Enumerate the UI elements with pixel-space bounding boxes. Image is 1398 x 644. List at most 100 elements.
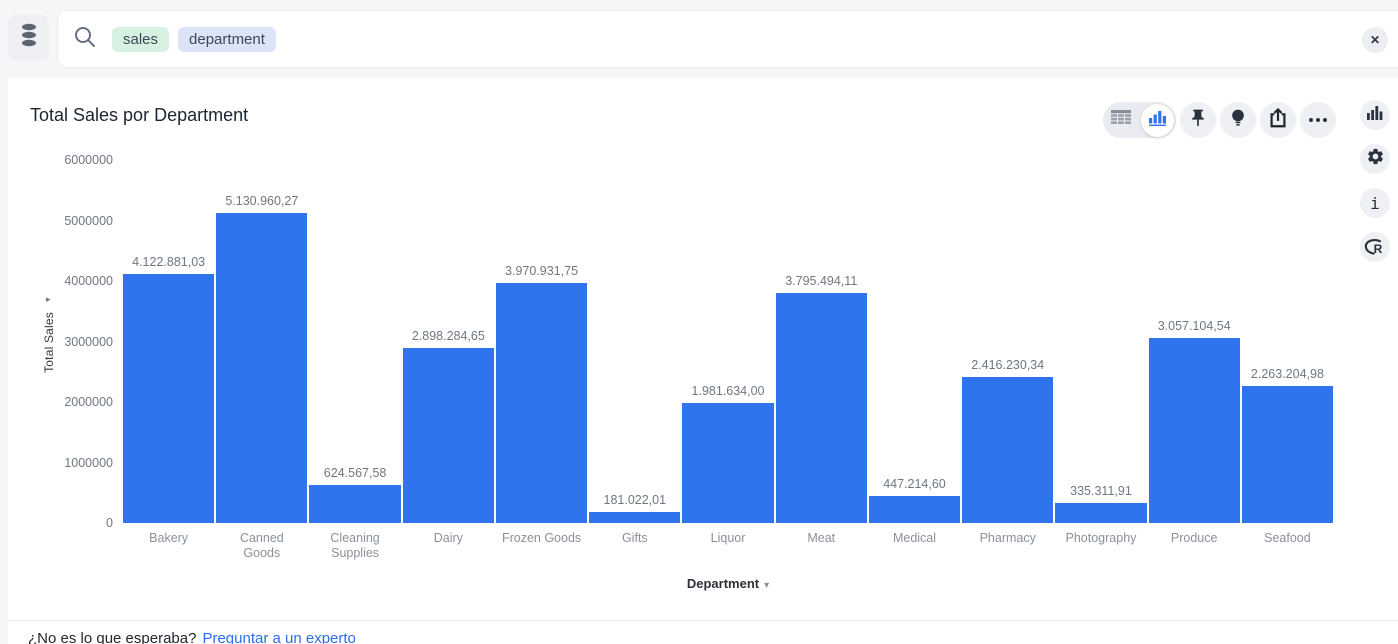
info-icon: i xyxy=(1370,194,1380,213)
bar-value-label: 2.416.230,34 xyxy=(971,358,1044,372)
database-icon xyxy=(18,22,40,53)
bar-slot: 5.130.960,27 xyxy=(215,160,308,523)
right-rail: i R xyxy=(1360,100,1390,262)
category-label-meat[interactable]: Meat xyxy=(775,531,868,561)
bar-slot: 2.416.230,34 xyxy=(961,160,1054,523)
bar-slot: 4.122.881,03 xyxy=(122,160,215,523)
bar-cleaning-supplies[interactable] xyxy=(309,485,400,523)
bar-gifts[interactable] xyxy=(589,512,680,523)
bar-medical[interactable] xyxy=(869,496,960,523)
bar-value-label: 624.567,58 xyxy=(324,466,387,480)
bar-canned-goods[interactable] xyxy=(216,213,307,523)
view-toggle xyxy=(1103,102,1176,138)
category-label-photography[interactable]: Photography xyxy=(1054,531,1147,561)
bar-value-label: 5.130.960,27 xyxy=(225,194,298,208)
category-label-gifts[interactable]: Gifts xyxy=(588,531,681,561)
share-icon xyxy=(1267,107,1289,134)
chart-toolbar xyxy=(1103,102,1336,138)
search-input[interactable]: sales department ✕ xyxy=(57,10,1398,68)
bar-slot: 3.057.104,54 xyxy=(1148,160,1241,523)
y-tick-label: 0 xyxy=(8,515,113,531)
category-label-produce[interactable]: Produce xyxy=(1148,531,1241,561)
bar-value-label: 447.214,60 xyxy=(883,477,946,491)
bar-slot: 3.970.931,75 xyxy=(495,160,588,523)
y-tick-label: 2000000 xyxy=(8,394,113,410)
bar-value-label: 2.263.204,98 xyxy=(1251,367,1324,381)
category-label-pharmacy[interactable]: Pharmacy xyxy=(961,531,1054,561)
bar-bakery[interactable] xyxy=(123,274,214,523)
ask-expert-link[interactable]: Preguntar a un experto xyxy=(202,630,355,644)
insights-button[interactable] xyxy=(1220,102,1256,138)
bar-photography[interactable] xyxy=(1055,503,1146,523)
y-axis-label[interactable]: Total Sales xyxy=(42,312,70,378)
expert-footer: ¿No es lo que esperaba? Preguntar a un ex… xyxy=(28,630,356,644)
y-tick-label: 6000000 xyxy=(8,152,113,168)
search-token-sales[interactable]: sales xyxy=(112,27,169,52)
table-view-button[interactable] xyxy=(1103,102,1139,138)
clear-search-button[interactable]: ✕ xyxy=(1362,27,1388,53)
bar-frozen-goods[interactable] xyxy=(496,283,587,523)
data-source-button[interactable] xyxy=(8,15,49,60)
bar-chart-icon xyxy=(1149,110,1167,131)
category-label-bakery[interactable]: Bakery xyxy=(122,531,215,561)
bar-slot: 447.214,60 xyxy=(868,160,961,523)
chart-title: Total Sales por Department xyxy=(30,105,248,126)
pin-button[interactable] xyxy=(1180,102,1216,138)
bar-value-label: 3.970.931,75 xyxy=(505,264,578,278)
settings-button[interactable] xyxy=(1360,144,1390,174)
bar-value-label: 3.795.494,11 xyxy=(785,274,857,288)
bar-slot: 335.311,91 xyxy=(1054,160,1147,523)
search-token-department[interactable]: department xyxy=(178,27,276,52)
r-analysis-button[interactable]: R xyxy=(1360,232,1390,262)
category-label-canned-goods[interactable]: Canned Goods xyxy=(215,531,308,561)
x-axis-label[interactable]: Department▾ xyxy=(122,576,1334,591)
answer-card: Total Sales por Department xyxy=(8,78,1398,644)
bar-value-label: 4.122.881,03 xyxy=(132,255,205,269)
footer-divider xyxy=(8,620,1398,621)
footer-question-text: ¿No es lo que esperaba? xyxy=(28,630,196,644)
bar-value-label: 335.311,91 xyxy=(1070,484,1132,498)
more-options-button[interactable] xyxy=(1300,102,1336,138)
y-axis-caret-icon: ▸ xyxy=(46,294,51,305)
search-token-list: sales department xyxy=(112,27,1398,52)
column-chart-icon xyxy=(1367,106,1383,125)
y-tick-label: 1000000 xyxy=(8,455,113,471)
x-axis-category-labels: BakeryCanned GoodsCleaning SuppliesDairy… xyxy=(122,531,1334,561)
bar-produce[interactable] xyxy=(1149,338,1240,523)
category-label-frozen-goods[interactable]: Frozen Goods xyxy=(495,531,588,561)
chart-view-button[interactable] xyxy=(1141,104,1174,137)
bar-liquor[interactable] xyxy=(682,403,773,523)
y-tick-label: 5000000 xyxy=(8,213,113,229)
lightbulb-icon xyxy=(1228,108,1248,133)
category-label-cleaning-supplies[interactable]: Cleaning Supplies xyxy=(308,531,401,561)
bar-seafood[interactable] xyxy=(1242,386,1333,523)
chart-type-button[interactable] xyxy=(1360,100,1390,130)
bar-series: 4.122.881,03 5.130.960,27 624.567,58 2.898.… xyxy=(122,160,1334,523)
bar-slot: 3.795.494,11 xyxy=(775,160,868,523)
pin-icon xyxy=(1188,108,1208,133)
bar-slot: 624.567,58 xyxy=(308,160,401,523)
bar-value-label: 1.981.634,00 xyxy=(692,384,765,398)
bar-slot: 1.981.634,00 xyxy=(681,160,774,523)
bar-value-label: 3.057.104,54 xyxy=(1158,319,1231,333)
ellipsis-icon xyxy=(1309,118,1327,122)
x-axis-caret-icon: ▾ xyxy=(764,580,769,591)
category-label-medical[interactable]: Medical xyxy=(868,531,961,561)
gear-icon xyxy=(1366,147,1385,171)
search-icon xyxy=(72,24,98,55)
bar-value-label: 2.898.284,65 xyxy=(412,329,485,343)
bar-slot: 2.898.284,65 xyxy=(402,160,495,523)
bar-dairy[interactable] xyxy=(403,348,494,523)
category-label-liquor[interactable]: Liquor xyxy=(681,531,774,561)
bar-value-label: 181.022,01 xyxy=(604,493,667,507)
share-button[interactable] xyxy=(1260,102,1296,138)
bar-slot: 2.263.204,98 xyxy=(1241,160,1334,523)
bar-pharmacy[interactable] xyxy=(962,377,1053,523)
top-search-bar: sales department ✕ xyxy=(0,0,1398,78)
r-logo-icon: R xyxy=(1368,239,1383,256)
info-button[interactable]: i xyxy=(1360,188,1390,218)
category-label-seafood[interactable]: Seafood xyxy=(1241,531,1334,561)
category-label-dairy[interactable]: Dairy xyxy=(402,531,495,561)
bar-chart-plot: 4.122.881,03 5.130.960,27 624.567,58 2.898.… xyxy=(122,160,1334,523)
bar-meat[interactable] xyxy=(776,293,867,523)
